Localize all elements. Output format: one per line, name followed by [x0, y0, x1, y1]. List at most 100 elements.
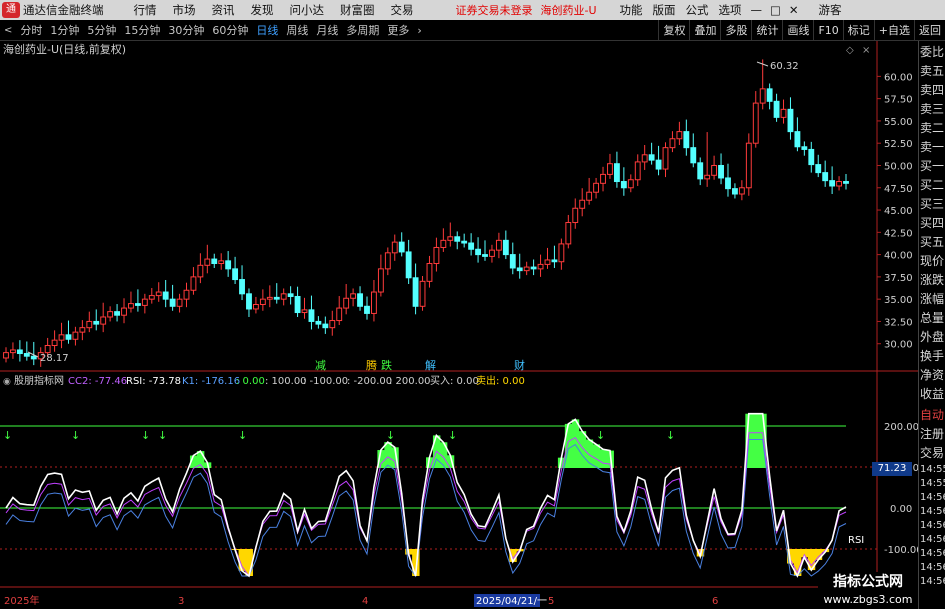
indicator-name[interactable]: 股朋指标网 — [14, 374, 64, 387]
menu-item-function[interactable]: 功能 — [615, 2, 648, 18]
indicator-toggle-icon[interactable]: ◉ — [3, 377, 11, 387]
event-marker-fall[interactable]: 跌 — [381, 358, 392, 372]
menu-item-ask[interactable]: 问小达 — [282, 2, 333, 18]
sidebar-item-price[interactable]: 现价 — [919, 252, 945, 271]
sidebar-item-sell4[interactable]: 卖四 — [919, 81, 945, 100]
sidebar-time-7: 14:56 — [920, 548, 945, 559]
tool-return[interactable]: 返回 — [914, 19, 945, 41]
period-tab-15min[interactable]: 15分钟 — [120, 22, 164, 38]
menu-item-layout[interactable]: 版面 — [648, 2, 681, 18]
event-marker-finance[interactable]: 财 — [514, 358, 525, 372]
sidebar-item-weibi[interactable]: 委比 — [919, 43, 945, 62]
tool-add-watchlist[interactable]: +自选 — [873, 19, 914, 41]
candle-body — [128, 303, 134, 309]
buy-arrow-icon: ↓ — [666, 429, 675, 442]
high-price-label: 60.32 — [770, 61, 799, 72]
candle-body — [613, 163, 620, 183]
window-close-button[interactable]: ✕ — [785, 3, 803, 17]
price-tick-label: 30.00 — [884, 340, 913, 351]
sidebar-item-change[interactable]: 涨跌 — [919, 271, 945, 290]
candle-body — [586, 191, 593, 201]
event-marker-unlock[interactable]: 解 — [425, 358, 436, 372]
period-tab-weekly[interactable]: 周线 — [282, 22, 312, 38]
period-tab-daily[interactable]: 日线 — [252, 22, 282, 38]
candle-body — [468, 242, 475, 250]
candle-body — [620, 181, 627, 189]
period-tab-30min[interactable]: 30分钟 — [164, 22, 208, 38]
menu-item-trade[interactable]: 交易 — [383, 2, 422, 18]
candle-body — [752, 102, 759, 144]
sidebar-item-auto[interactable]: 自动 — [919, 406, 945, 425]
sidebar-item-outer[interactable]: 外盘 — [919, 328, 945, 347]
tool-multi-stock[interactable]: 多股 — [720, 19, 751, 41]
chevron-right-icon[interactable]: › — [413, 24, 425, 37]
period-tab-1min[interactable]: 1分钟 — [46, 22, 83, 38]
low-price-label: 28.17 — [40, 353, 69, 364]
menu-item-markets[interactable]: 市场 — [165, 2, 204, 18]
sidebar-item-sell5[interactable]: 卖五 — [919, 62, 945, 81]
event-marker-reduce[interactable]: 减 — [315, 359, 326, 372]
sidebar-time-6: 14:56 — [920, 534, 945, 545]
candle-body — [627, 179, 634, 189]
sidebar-item-sell3[interactable]: 卖三 — [919, 100, 945, 119]
period-tab-5min[interactable]: 5分钟 — [83, 22, 120, 38]
sidebar-item-net-assets[interactable]: 净资 — [919, 366, 945, 385]
tool-f10[interactable]: F10 — [813, 19, 842, 41]
tool-draw-line[interactable]: 画线 — [782, 19, 813, 41]
sidebar-item-buy1[interactable]: 买一 — [919, 157, 945, 176]
menu-item-options[interactable]: 选项 — [714, 2, 747, 18]
nav-back-icon[interactable]: < — [0, 25, 16, 36]
tool-restore-rights[interactable]: 复权 — [658, 19, 689, 41]
candle-body — [704, 174, 711, 180]
menu-item-market[interactable]: 行情 — [126, 2, 165, 18]
sidebar-item-change-pct[interactable]: 涨幅 — [919, 290, 945, 309]
sidebar-item-buy4[interactable]: 买四 — [919, 214, 945, 233]
sidebar-item-register[interactable]: 注册 — [919, 425, 945, 444]
sidebar-item-volume[interactable]: 总量 — [919, 309, 945, 328]
sidebar-time-1: 14:55 — [920, 464, 945, 475]
candle-body — [412, 277, 419, 307]
sidebar-item-buy5[interactable]: 买五 — [919, 233, 945, 252]
sidebar-item-sell1[interactable]: 卖一 — [919, 138, 945, 157]
menu-item-wealth[interactable]: 财富圈 — [332, 2, 383, 18]
tool-mark[interactable]: 标记 — [842, 19, 874, 41]
candle-body — [669, 138, 676, 149]
candle-body — [252, 304, 259, 310]
window-min-button[interactable]: — — [747, 3, 767, 17]
sidebar-item-sell2[interactable]: 卖二 — [919, 119, 945, 138]
sidebar-item-turnover[interactable]: 换手 — [919, 347, 945, 366]
chart-close-icon[interactable]: × — [862, 45, 870, 56]
tool-overlay[interactable]: 叠加 — [689, 19, 720, 41]
candle-body — [461, 240, 468, 244]
kline-chart-area[interactable]: 海创药业-U(日线,前复权) ◇ × 60.0057.5055.0052.505… — [0, 41, 918, 609]
candle-body — [204, 258, 211, 266]
menu-item-news[interactable]: 资讯 — [204, 2, 243, 18]
sidebar-item-eps[interactable]: 收益 — [919, 385, 945, 404]
candle-body — [780, 108, 787, 118]
sidebar-item-buy2[interactable]: 买二 — [919, 176, 945, 195]
buy-arrow-icon: ↓ — [238, 429, 247, 442]
candle-body — [544, 259, 551, 265]
guest-label[interactable]: 游客 — [811, 2, 850, 18]
sub-ytick-0: 0.00 — [890, 504, 912, 515]
period-tab-multi[interactable]: 多周期 — [342, 22, 383, 38]
tool-statistics[interactable]: 统计 — [751, 19, 782, 41]
chart-settings-icon[interactable]: ◇ — [846, 45, 854, 56]
period-tab-monthly[interactable]: 月线 — [312, 22, 342, 38]
period-tab-intraday[interactable]: 分时 — [16, 22, 46, 38]
date-label-jun: 6 — [712, 596, 718, 607]
period-tab-60min[interactable]: 60分钟 — [208, 22, 252, 38]
window-max-button[interactable]: □ — [766, 3, 785, 17]
period-tab-more[interactable]: 更多 — [383, 22, 413, 38]
menu-item-formula[interactable]: 公式 — [681, 2, 714, 18]
candle-body — [336, 307, 343, 322]
candle-body — [259, 298, 266, 306]
menu-item-discover[interactable]: 发现 — [243, 2, 282, 18]
sidebar-item-buy3[interactable]: 买三 — [919, 195, 945, 214]
event-marker-teng[interactable]: 腾 — [366, 358, 377, 372]
buy-arrow-icon: ↓ — [158, 429, 167, 442]
candle-body — [287, 293, 294, 297]
trade-login-notice[interactable]: 证券交易未登录 — [456, 2, 533, 18]
sidebar-item-trade[interactable]: 交易 — [919, 444, 945, 463]
candle-body — [579, 199, 586, 209]
